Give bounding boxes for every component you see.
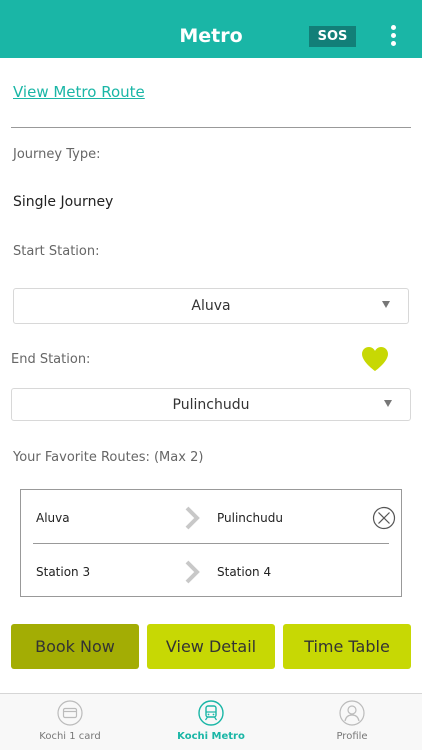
nav-item-kochi-1-card[interactable]: Kochi 1 card bbox=[0, 694, 140, 750]
dropdown-arrow-icon bbox=[384, 399, 392, 407]
profile-icon bbox=[339, 700, 365, 726]
view-metro-route-link[interactable]: View Metro Route bbox=[13, 83, 145, 101]
chevron-right-icon bbox=[185, 506, 200, 530]
chevron-right-icon bbox=[185, 560, 200, 584]
nav-item-profile[interactable]: Profile bbox=[282, 694, 422, 750]
start-station-select[interactable]: Aluva bbox=[13, 288, 409, 324]
favorite-route-row[interactable]: Aluva Pulinchudu bbox=[21, 493, 401, 543]
remove-route-icon[interactable] bbox=[372, 506, 396, 530]
route-to: Station 4 bbox=[217, 565, 272, 579]
end-station-label: End Station: bbox=[11, 352, 91, 367]
route-to: Pulinchudu bbox=[217, 511, 283, 525]
route-from: Station 3 bbox=[36, 565, 91, 579]
view-detail-button[interactable]: View Detail bbox=[147, 624, 275, 669]
book-now-button[interactable]: Book Now bbox=[11, 624, 139, 669]
nav-label: Kochi Metro bbox=[177, 731, 245, 742]
app-header: Metro SOS bbox=[0, 0, 422, 58]
start-station-label: Start Station: bbox=[13, 244, 100, 259]
nav-label: Profile bbox=[336, 731, 368, 742]
sos-button[interactable]: SOS bbox=[309, 26, 356, 47]
end-station-value: Pulinchudu bbox=[172, 396, 250, 413]
journey-type-label: Journey Type: bbox=[13, 147, 101, 162]
more-menu-icon[interactable] bbox=[387, 25, 399, 49]
metro-train-icon bbox=[198, 700, 224, 726]
favorite-route-row[interactable]: Station 3 Station 4 bbox=[21, 547, 401, 597]
route-from: Aluva bbox=[36, 511, 70, 525]
nav-item-kochi-metro[interactable]: Kochi Metro bbox=[141, 694, 281, 750]
journey-type-value[interactable]: Single Journey bbox=[13, 194, 113, 210]
dropdown-arrow-icon bbox=[382, 301, 390, 308]
page-title: Metro bbox=[179, 25, 243, 47]
divider bbox=[33, 543, 389, 544]
heart-icon[interactable] bbox=[361, 346, 389, 372]
favorite-routes-list: Aluva Pulinchudu Station 3 Station 4 bbox=[20, 489, 402, 597]
card-icon bbox=[57, 700, 83, 726]
end-station-select[interactable]: Pulinchudu bbox=[11, 388, 411, 421]
favorite-routes-label: Your Favorite Routes: (Max 2) bbox=[13, 450, 204, 465]
time-table-button[interactable]: Time Table bbox=[283, 624, 411, 669]
start-station-value: Aluva bbox=[191, 298, 231, 314]
nav-label: Kochi 1 card bbox=[39, 731, 101, 742]
divider bbox=[11, 127, 411, 128]
bottom-nav: Kochi 1 card Kochi Metro Profile bbox=[0, 693, 422, 750]
